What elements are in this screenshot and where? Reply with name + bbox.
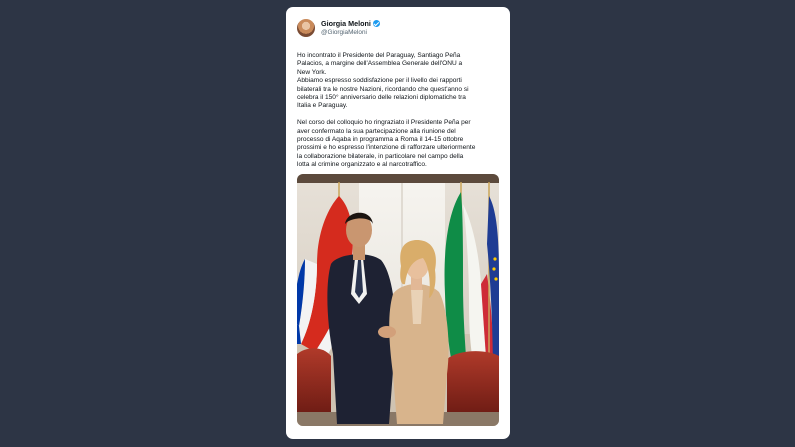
- tweet-line: processo di Aqaba in programma a Roma il…: [297, 136, 464, 144]
- tweet-line: Abbiamo espresso soddisfazione per il li…: [297, 77, 462, 85]
- tweet-paragraph-2: Nel corso del colloquio ho ringraziato i…: [297, 119, 499, 169]
- tweet-text: Ho incontrato il Presidente del Paraguay…: [297, 52, 499, 170]
- author-avatar[interactable]: [297, 19, 315, 37]
- photo-illustration: [297, 174, 499, 426]
- tweet-line: New York.: [297, 68, 327, 76]
- tweet-line: celebra il 150° anniversario delle relaz…: [297, 94, 466, 102]
- tweet-line: Ho incontrato il Presidente del Paraguay…: [297, 52, 461, 59]
- tweet-line: Italia e Paraguay.: [297, 102, 348, 110]
- author-info: Giorgia Meloni @GiorgiaMeloni: [321, 19, 380, 37]
- author-name[interactable]: Giorgia Meloni: [321, 19, 371, 28]
- tweet-line: Palacios, a margine dell'Assemblea Gener…: [297, 60, 463, 68]
- author-handle[interactable]: @GiorgiaMeloni: [321, 28, 380, 37]
- armchair-right: [447, 351, 499, 414]
- author-name-row: Giorgia Meloni: [321, 19, 380, 28]
- tweet-line: la collaborazione bilaterale, in partico…: [297, 152, 464, 160]
- tweet-line: bilaterali tra le nostre Nazioni, ricord…: [297, 85, 469, 93]
- armchair-left: [297, 348, 331, 414]
- tweet-line: aver confermato la sua partecipazione al…: [297, 127, 456, 135]
- tweet-header: Giorgia Meloni @GiorgiaMeloni: [297, 17, 499, 39]
- tweet-line: lotta al crimine organizzato e al narcot…: [297, 161, 427, 169]
- tweet-paragraph-1: Ho incontrato il Presidente del Paraguay…: [297, 52, 499, 111]
- tweet-photo[interactable]: [297, 174, 499, 426]
- tweet-card: Giorgia Meloni @GiorgiaMeloni Ho incontr…: [286, 7, 510, 439]
- handshake: [378, 326, 396, 338]
- verified-badge-icon: [372, 20, 380, 27]
- tweet-line: prossimi e ho espresso l'intenzione di r…: [297, 144, 476, 152]
- ceiling-strip: [297, 174, 499, 183]
- tweet-line: Nel corso del colloquio ho ringraziato i…: [297, 119, 471, 127]
